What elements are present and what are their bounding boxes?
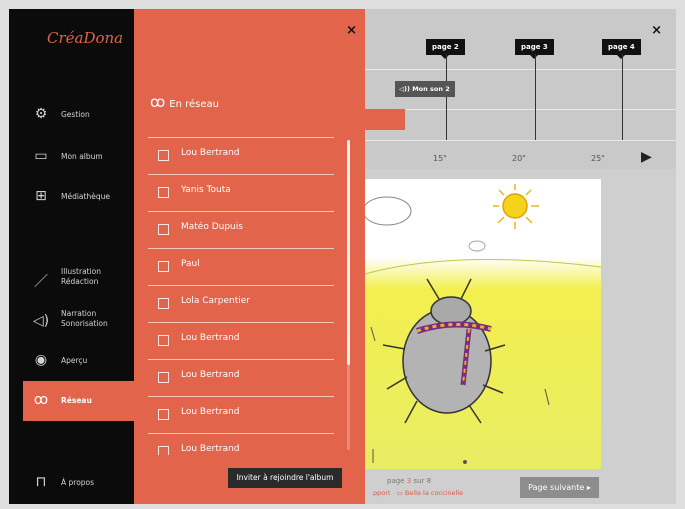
page-prefix: page: [387, 477, 405, 485]
member-name: Matéo Dupuis: [181, 222, 243, 232]
sidebar-item-label: Mon album: [61, 152, 103, 161]
sound-clip[interactable]: ◁)) Mon son 2: [395, 81, 455, 97]
member-checkbox[interactable]: [158, 150, 169, 161]
book-icon: ▭: [396, 489, 403, 497]
people-icon: ꝏ: [33, 392, 49, 408]
footer-links: pport ▭ Belle la coccinelle: [373, 489, 463, 497]
member-row[interactable]: Lou Bertrand: [148, 396, 334, 433]
sidebar-item-label: Réseau: [61, 396, 92, 405]
play-end-icon[interactable]: ▶: [641, 149, 652, 165]
member-checkbox[interactable]: [158, 446, 169, 455]
member-row[interactable]: Lou Bertrand: [148, 322, 334, 359]
member-name: Lou Bertrand: [181, 148, 240, 158]
page-total: 8: [426, 477, 432, 485]
ladybug-drawing: [365, 184, 601, 464]
next-page-button[interactable]: Page suivante ▸: [520, 477, 599, 498]
next-page-label: Page suivante: [528, 483, 585, 492]
network-panel: × ꝏ En réseau Lou Bertrand Yanis Touta Ma…: [134, 9, 365, 504]
close-icon[interactable]: ×: [651, 23, 662, 38]
album-title-link[interactable]: Belle la coccinelle: [405, 489, 463, 497]
time-tick: 20": [512, 154, 526, 163]
page-marker[interactable]: page 3: [515, 39, 554, 59]
chevron-right-icon: ▸: [586, 483, 591, 492]
sidebar-item-label: Illustration Rédaction: [61, 267, 102, 286]
member-checkbox[interactable]: [158, 409, 169, 420]
member-name: Lou Bertrand: [181, 444, 240, 454]
page-illustration: [365, 179, 601, 469]
sound-clip-label: Mon son 2: [412, 85, 450, 93]
page-marker-label: page 3: [521, 43, 548, 51]
member-checkbox[interactable]: [158, 372, 169, 383]
sidebar-item-narration[interactable]: ◁) Narration Sonorisation: [9, 307, 134, 333]
member-row[interactable]: Lou Bertrand: [148, 137, 334, 174]
timeline-track-line: [365, 69, 676, 70]
sidebar: CréaDona ⚙ Gestion ▭ Mon album ⊞ Médiath…: [9, 9, 138, 504]
sidebar-item-label: Narration Sonorisation: [61, 309, 108, 328]
time-tick: 15": [433, 154, 447, 163]
sidebar-item-label: Médiathèque: [61, 192, 110, 201]
sidebar-item-mon-album[interactable]: ▭ Mon album: [9, 145, 134, 169]
sidebar-item-mediatheque[interactable]: ⊞ Médiathèque: [9, 186, 134, 210]
member-name: Lou Bertrand: [181, 370, 240, 380]
timeline: page 2 page 3 page 4 ◁)) Mon son 2 15" 2…: [365, 9, 676, 169]
app-logo[interactable]: CréaDona: [47, 29, 123, 47]
bookmark-icon: ⊓: [35, 474, 47, 490]
page-marker[interactable]: page 4: [602, 39, 641, 59]
member-row[interactable]: Lola Carpentier: [148, 285, 334, 322]
page-marker-label: page 2: [432, 43, 459, 51]
sidebar-item-illustration[interactable]: ／ Illustration Rédaction: [9, 265, 134, 291]
member-row[interactable]: Paul: [148, 248, 334, 285]
member-row[interactable]: Lou Bertrand: [148, 433, 334, 455]
page-marker-line: [535, 54, 536, 140]
member-name: Lola Carpentier: [181, 296, 250, 306]
member-row[interactable]: Matéo Dupuis: [148, 211, 334, 248]
editor-area: page 2 page 3 page 4 ◁)) Mon son 2 15" 2…: [365, 9, 676, 504]
member-checkbox[interactable]: [158, 335, 169, 346]
time-tick: 25": [591, 154, 605, 163]
sidebar-item-apercu[interactable]: ◉ Aperçu: [9, 351, 134, 371]
panel-title: ꝏ En réseau: [150, 93, 219, 111]
member-list: Lou Bertrand Yanis Touta Matéo Dupuis Pa…: [148, 137, 334, 455]
timeline-track-line: [365, 140, 676, 141]
grid-icon: ⊞: [35, 188, 47, 204]
member-checkbox[interactable]: [158, 261, 169, 272]
sidebar-item-reseau[interactable]: ꝏ Réseau: [23, 381, 138, 421]
timeline-track-line: [365, 109, 676, 110]
panel-title-text: En réseau: [169, 99, 219, 110]
page-marker-line: [622, 54, 623, 140]
brush-icon: ／: [34, 274, 48, 290]
close-icon[interactable]: ×: [346, 23, 357, 38]
sidebar-item-label: Aperçu: [61, 356, 88, 365]
member-name: Paul: [181, 259, 200, 269]
sidebar-item-label: À propos: [61, 478, 95, 487]
sidebar-item-a-propos[interactable]: ⊓ À propos: [9, 471, 134, 495]
member-name: Lou Bertrand: [181, 407, 240, 417]
eye-icon: ◉: [34, 352, 48, 368]
sidebar-item-label: Gestion: [61, 110, 90, 119]
page-marker-label: page 4: [608, 43, 635, 51]
page-sep: sur: [413, 477, 425, 485]
editor-footer: page 3 sur 8 pport ▭ Belle la coccinelle…: [365, 472, 676, 504]
gear-icon: ⚙: [34, 106, 48, 122]
app-window: page 2 page 3 page 4 ◁)) Mon son 2 15" 2…: [9, 9, 676, 504]
sidebar-item-gestion[interactable]: ⚙ Gestion: [9, 101, 134, 127]
people-icon: ꝏ: [150, 93, 166, 111]
member-checkbox[interactable]: [158, 298, 169, 309]
member-name: Yanis Touta: [181, 185, 231, 195]
scrollbar-thumb[interactable]: [347, 140, 350, 365]
page-marker-line: [446, 54, 447, 140]
member-row[interactable]: Lou Bertrand: [148, 359, 334, 396]
page-current: 3: [406, 477, 412, 485]
invite-button[interactable]: Inviter à rejoindre l'album: [228, 468, 342, 488]
page-indicator: page 3 sur 8: [387, 477, 431, 485]
panel-tab: [365, 109, 405, 130]
member-checkbox[interactable]: [158, 224, 169, 235]
page-marker[interactable]: page 2: [426, 39, 465, 59]
member-checkbox[interactable]: [158, 187, 169, 198]
member-name: Lou Bertrand: [181, 333, 240, 343]
support-link[interactable]: pport: [373, 489, 390, 497]
album-icon: ▭: [34, 148, 48, 164]
speaker-icon: ◁): [32, 313, 50, 329]
member-row[interactable]: Yanis Touta: [148, 174, 334, 211]
